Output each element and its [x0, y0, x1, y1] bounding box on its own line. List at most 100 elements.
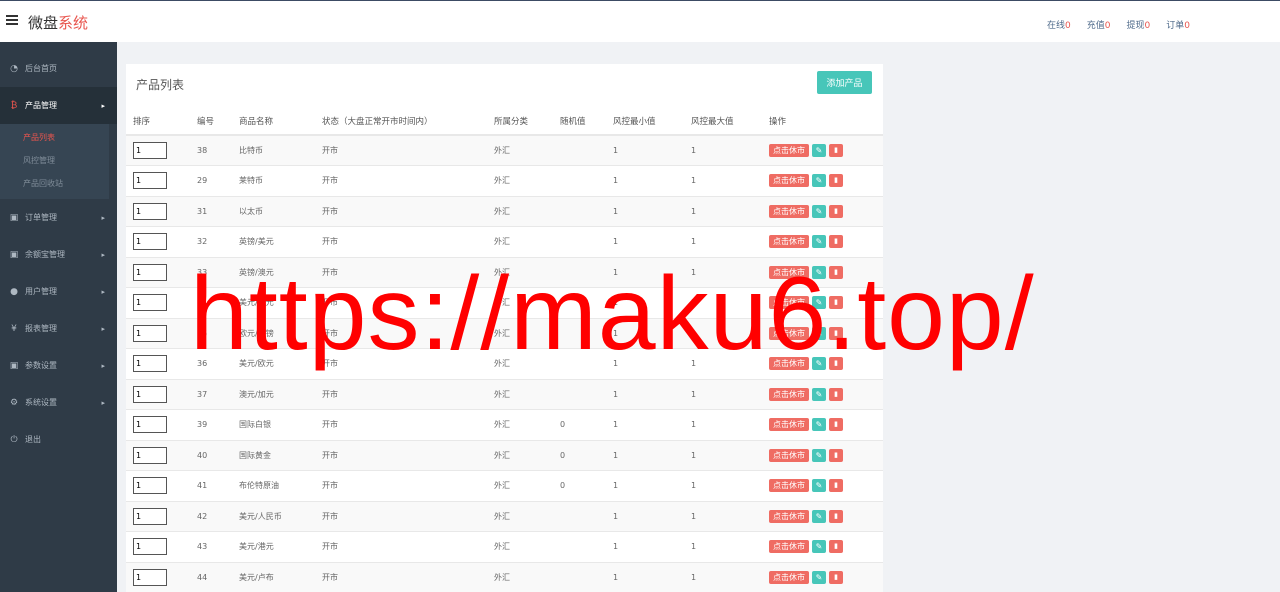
id-cell: 37 — [197, 378, 239, 410]
sidebar-subitem-2[interactable]: 产品回收站 — [0, 172, 109, 195]
sidebar-subitem-0[interactable]: 产品列表 — [0, 126, 109, 149]
sidebar-item-7[interactable]: ⚙ 系统设置 ▸ — [0, 384, 117, 421]
edit-icon[interactable]: ✎ — [812, 387, 826, 401]
add-product-button[interactable]: 添加产品 — [817, 71, 872, 94]
sidebar-item-3[interactable]: ▣ 余额宝管理 ▸ — [0, 236, 117, 273]
edit-icon[interactable]: ✎ — [812, 357, 826, 371]
edit-icon[interactable]: ✎ — [812, 235, 826, 249]
sidebar-item-6[interactable]: ▣ 参数设置 ▸ — [0, 347, 117, 384]
sort-cell — [126, 500, 197, 532]
actions-cell: 点击休市 ✎ ▮ — [769, 561, 883, 592]
close-market-button[interactable]: 点击休市 — [769, 144, 809, 157]
min-cell: 1 — [613, 561, 691, 592]
trash-icon[interactable]: ▮ — [829, 540, 843, 554]
sort-input[interactable] — [133, 385, 167, 403]
close-market-button[interactable]: 点击休市 — [769, 418, 809, 432]
sidebar-item-0[interactable]: ◔ 后台首页 — [0, 50, 117, 87]
sort-input[interactable] — [133, 294, 167, 312]
sort-input[interactable] — [133, 446, 167, 464]
edit-icon[interactable]: ✎ — [812, 204, 826, 218]
sort-input[interactable] — [133, 538, 167, 556]
name-cell: 莱特币 — [239, 165, 322, 196]
sort-input[interactable] — [133, 142, 167, 159]
sort-cell — [126, 165, 197, 196]
trash-icon[interactable]: ▮ — [829, 357, 843, 371]
trash-icon[interactable]: ▮ — [829, 174, 843, 188]
top-link-1[interactable]: 充值0 — [1087, 18, 1111, 31]
close-market-button[interactable]: 点击休市 — [769, 357, 809, 371]
close-market-button[interactable]: 点击休市 — [769, 387, 809, 401]
sort-input[interactable] — [133, 202, 167, 220]
sort-input[interactable] — [133, 355, 167, 373]
sidebar-item-5[interactable]: ¥ 报表管理 ▸ — [0, 310, 117, 347]
table-row: 33英镑/澳元开市外汇11点击休市✎▮ — [126, 256, 883, 288]
brand-logo[interactable]: 微盘系统 — [28, 12, 88, 33]
edit-icon[interactable]: ✎ — [812, 296, 826, 310]
edit-icon[interactable]: ✎ — [812, 326, 826, 340]
close-market-button[interactable]: 点击休市 — [769, 174, 809, 188]
edit-icon[interactable]: ✎ — [812, 265, 826, 279]
close-market-button[interactable]: 点击休市 — [769, 235, 809, 249]
sidebar-item-4[interactable]: ● 用户管理 ▸ — [0, 273, 117, 310]
top-link-count: 0 — [1065, 21, 1071, 31]
status-cell: 开市 — [322, 195, 494, 227]
category-cell: 外汇 — [494, 470, 560, 501]
sidebar-subitem-1[interactable]: 风控管理 — [0, 149, 109, 172]
trash-icon[interactable]: ▮ — [829, 265, 843, 279]
trash-icon[interactable]: ▮ — [829, 387, 843, 401]
close-market-button[interactable]: 点击休市 — [769, 326, 809, 340]
row-actions: 点击休市 ✎ ▮ — [769, 357, 883, 371]
sort-input[interactable] — [133, 569, 167, 586]
trash-icon[interactable]: ▮ — [829, 448, 843, 462]
id-cell: 40 — [197, 439, 239, 471]
edit-icon[interactable]: ✎ — [812, 418, 826, 432]
random-cell — [560, 348, 613, 379]
sidebar-item-8[interactable]: ⏻ 退出 — [0, 421, 117, 458]
sort-input[interactable] — [133, 507, 167, 525]
trash-icon[interactable]: ▮ — [829, 571, 843, 584]
trash-icon[interactable]: ▮ — [829, 326, 843, 340]
sidebar-item-2[interactable]: ▣ 订单管理 ▸ — [0, 199, 117, 236]
sort-input[interactable] — [133, 172, 167, 190]
close-market-button[interactable]: 点击休市 — [769, 448, 809, 462]
table-header-row: 排序 编号 商品名称 状态（大盘正常开市时间内） 所属分类 随机值 风控最小值 风控最大值 操作 — [126, 108, 883, 136]
top-link-0[interactable]: 在线0 — [1047, 18, 1071, 31]
edit-icon[interactable]: ✎ — [812, 144, 826, 157]
trash-icon[interactable]: ▮ — [829, 296, 843, 310]
sort-input[interactable] — [133, 477, 167, 495]
trash-icon[interactable]: ▮ — [829, 144, 843, 157]
sidebar-item-1[interactable]: ₿ 产品管理 ▸ — [0, 87, 117, 124]
edit-icon[interactable]: ✎ — [812, 448, 826, 462]
close-market-button[interactable]: 点击休市 — [769, 479, 809, 493]
close-market-button[interactable]: 点击休市 — [769, 265, 809, 279]
name-cell: 美元/卢布 — [239, 561, 322, 592]
sort-input[interactable] — [133, 233, 167, 251]
close-market-button[interactable]: 点击休市 — [769, 509, 809, 523]
top-link-3[interactable]: 订单0 — [1166, 18, 1190, 31]
sort-input[interactable] — [133, 416, 167, 434]
close-market-button[interactable]: 点击休市 — [769, 571, 809, 584]
trash-icon[interactable]: ▮ — [829, 235, 843, 249]
status-cell: 开市 — [322, 134, 494, 166]
trash-icon[interactable]: ▮ — [829, 509, 843, 523]
actions-cell: 点击休市 ✎ ▮ — [769, 287, 883, 318]
close-market-button[interactable]: 点击休市 — [769, 204, 809, 218]
close-market-button[interactable]: 点击休市 — [769, 540, 809, 554]
name-cell: 布伦特原油 — [239, 470, 322, 501]
edit-icon[interactable]: ✎ — [812, 509, 826, 523]
menu-toggle-icon[interactable] — [6, 15, 18, 25]
name-cell: 美元/日元 — [239, 287, 322, 318]
edit-icon[interactable]: ✎ — [812, 479, 826, 493]
name-cell: 美元/人民币 — [239, 500, 322, 532]
trash-icon[interactable]: ▮ — [829, 479, 843, 493]
trash-icon[interactable]: ▮ — [829, 204, 843, 218]
edit-icon[interactable]: ✎ — [812, 174, 826, 188]
edit-icon[interactable]: ✎ — [812, 571, 826, 584]
name-cell: 英镑/澳元 — [239, 256, 322, 288]
trash-icon[interactable]: ▮ — [829, 418, 843, 432]
close-market-button[interactable]: 点击休市 — [769, 296, 809, 310]
edit-icon[interactable]: ✎ — [812, 540, 826, 554]
sort-input[interactable] — [133, 324, 167, 342]
sort-input[interactable] — [133, 263, 167, 281]
top-link-2[interactable]: 提现0 — [1127, 18, 1151, 31]
